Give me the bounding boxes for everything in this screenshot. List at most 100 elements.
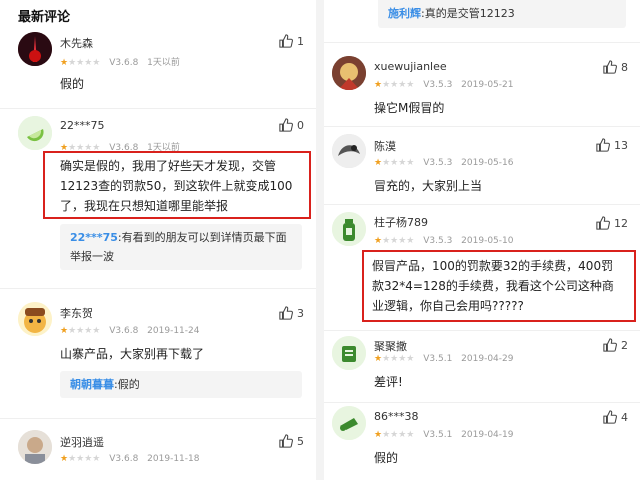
thumbs-up-icon [279, 434, 293, 448]
app-version: V3.5.1 [423, 430, 453, 440]
divider [324, 330, 640, 331]
highlight-box [43, 151, 311, 219]
username[interactable]: 柱子杨789 [374, 214, 428, 230]
comment-item: 86***38 ★★★★★ V3.5.1 2019-04-19 4 假的 [324, 404, 640, 480]
thumbs-up-icon [279, 118, 293, 132]
thumbs-up-icon [596, 216, 610, 230]
username[interactable]: 逆羽逍遥 [60, 434, 104, 450]
app-version: V3.5.3 [423, 80, 453, 90]
like-button[interactable]: 3 [279, 306, 304, 320]
comment-time: 2019-05-16 [461, 158, 514, 168]
divider [324, 204, 640, 205]
rating-stars: ★★★★★ [60, 326, 101, 336]
username[interactable]: 李东贺 [60, 305, 93, 321]
thumbs-up-icon [603, 338, 617, 352]
comment-text: 山寨产品，大家别再下载了 [60, 347, 205, 361]
comment-time: 2019-11-18 [147, 454, 200, 464]
rating-stars: ★★★★★ [374, 236, 415, 246]
thumbs-up-icon [603, 410, 617, 424]
reply-username[interactable]: 施利辉 [388, 7, 421, 20]
comment-text: 冒充的，大家别上当 [374, 179, 483, 193]
like-count: 3 [297, 306, 304, 320]
rating-stars: ★★★★★ [60, 58, 101, 68]
reply-username[interactable]: 朝朝暮暮 [70, 378, 114, 391]
username[interactable]: 木先森 [60, 35, 93, 51]
thumbs-up-icon [279, 306, 293, 320]
comment-item: xuewujianlee ★★★★★ V3.5.3 2019-05-21 8 操… [324, 52, 640, 120]
username[interactable]: 聚聚撒 [374, 338, 407, 354]
comment-text: 假的 [60, 77, 85, 91]
avatar[interactable] [18, 430, 52, 464]
comment-time: 2019-05-10 [461, 236, 514, 246]
app-version: V3.5.3 [423, 158, 453, 168]
comment-time: 1天以前 [147, 58, 180, 68]
avatar[interactable] [332, 336, 366, 370]
comment-meta: ★★★★★ V3.6.8 2019-11-18 [60, 454, 199, 464]
divider [324, 42, 640, 43]
comment-text: 差评! [374, 375, 403, 389]
like-button[interactable]: 13 [596, 138, 628, 152]
like-count: 1 [297, 34, 304, 48]
reply-username[interactable]: 22***75 [70, 231, 118, 244]
comment-time: 2019-04-29 [461, 354, 514, 364]
username[interactable]: xuewujianlee [374, 60, 447, 73]
app-version: V3.6.8 [109, 326, 139, 336]
column-divider [316, 0, 324, 480]
comment-item: 逆羽逍遥 ★★★★★ V3.6.8 2019-11-18 5 [0, 426, 316, 480]
like-count: 4 [621, 410, 628, 424]
like-count: 2 [621, 338, 628, 352]
avatar[interactable] [18, 32, 52, 66]
highlight-box [362, 250, 636, 322]
like-button[interactable]: 1 [279, 34, 304, 48]
avatar[interactable] [332, 406, 366, 440]
avatar[interactable] [332, 212, 366, 246]
comment-meta: ★★★★★ V3.5.1 2019-04-29 [374, 354, 513, 364]
avatar[interactable] [18, 116, 52, 150]
username[interactable]: 86***38 [374, 410, 419, 423]
app-version: V3.6.8 [109, 58, 139, 68]
username[interactable]: 陈漠 [374, 138, 396, 154]
comment-text: 假的 [374, 451, 399, 465]
rating-stars: ★★★★★ [374, 354, 415, 364]
divider [0, 108, 316, 109]
like-button[interactable]: 0 [279, 118, 304, 132]
rating-stars: ★★★★★ [60, 454, 101, 464]
rating-stars: ★★★★★ [374, 158, 415, 168]
like-count: 12 [614, 216, 628, 230]
right-panel: 施利辉:真的是交管12123 xuewujianlee ★★★★★ V3.5.3… [324, 0, 640, 480]
thumbs-up-icon [596, 138, 610, 152]
reply-box[interactable]: 施利辉:真的是交管12123 [378, 0, 626, 28]
left-panel: 最新评论 木先森 ★★★★★ V3.6.8 1天以前 1 假的 22***75 … [0, 0, 316, 480]
username[interactable]: 22***75 [60, 119, 105, 132]
comment-meta: ★★★★★ V3.5.3 2019-05-21 [374, 80, 513, 90]
section-title: 最新评论 [18, 10, 71, 25]
app-version: V3.6.8 [109, 454, 139, 464]
divider [0, 288, 316, 289]
like-count: 8 [621, 60, 628, 74]
comment-meta: ★★★★★ V3.6.8 1天以前 [60, 55, 180, 68]
like-button[interactable]: 2 [603, 338, 628, 352]
like-button[interactable]: 8 [603, 60, 628, 74]
comment-item: 聚聚撒 ★★★★★ V3.5.1 2019-04-29 2 差评! [324, 332, 640, 402]
thumbs-up-icon [603, 60, 617, 74]
comment-meta: ★★★★★ V3.5.3 2019-05-16 [374, 158, 513, 168]
avatar[interactable] [332, 56, 366, 90]
comment-item: 陈漠 ★★★★★ V3.5.3 2019-05-16 13 冒充的，大家别上当 [324, 130, 640, 198]
comment-item: 李东贺 ★★★★★ V3.6.8 2019-11-24 3 山寨产品，大家别再下… [0, 298, 316, 412]
comment-meta: ★★★★★ V3.5.1 2019-04-19 [374, 430, 513, 440]
comment-meta: ★★★★★ V3.5.3 2019-05-10 [374, 236, 513, 246]
comment-time: 2019-05-21 [461, 80, 514, 90]
like-button[interactable]: 12 [596, 216, 628, 230]
reply-box[interactable]: 22***75:有看到的朋友可以到详情页最下面举报一波 [60, 224, 302, 270]
reply-box[interactable]: 朝朝暮暮:假的 [60, 371, 302, 398]
like-count: 5 [297, 434, 304, 448]
avatar[interactable] [332, 134, 366, 168]
like-button[interactable]: 5 [279, 434, 304, 448]
reply-text: :真的是交管12123 [421, 7, 515, 20]
like-count: 13 [614, 138, 628, 152]
comment-item: 木先森 ★★★★★ V3.6.8 1天以前 1 假的 [0, 30, 316, 108]
like-count: 0 [297, 118, 304, 132]
like-button[interactable]: 4 [603, 410, 628, 424]
avatar[interactable] [18, 302, 52, 336]
divider [324, 126, 640, 127]
